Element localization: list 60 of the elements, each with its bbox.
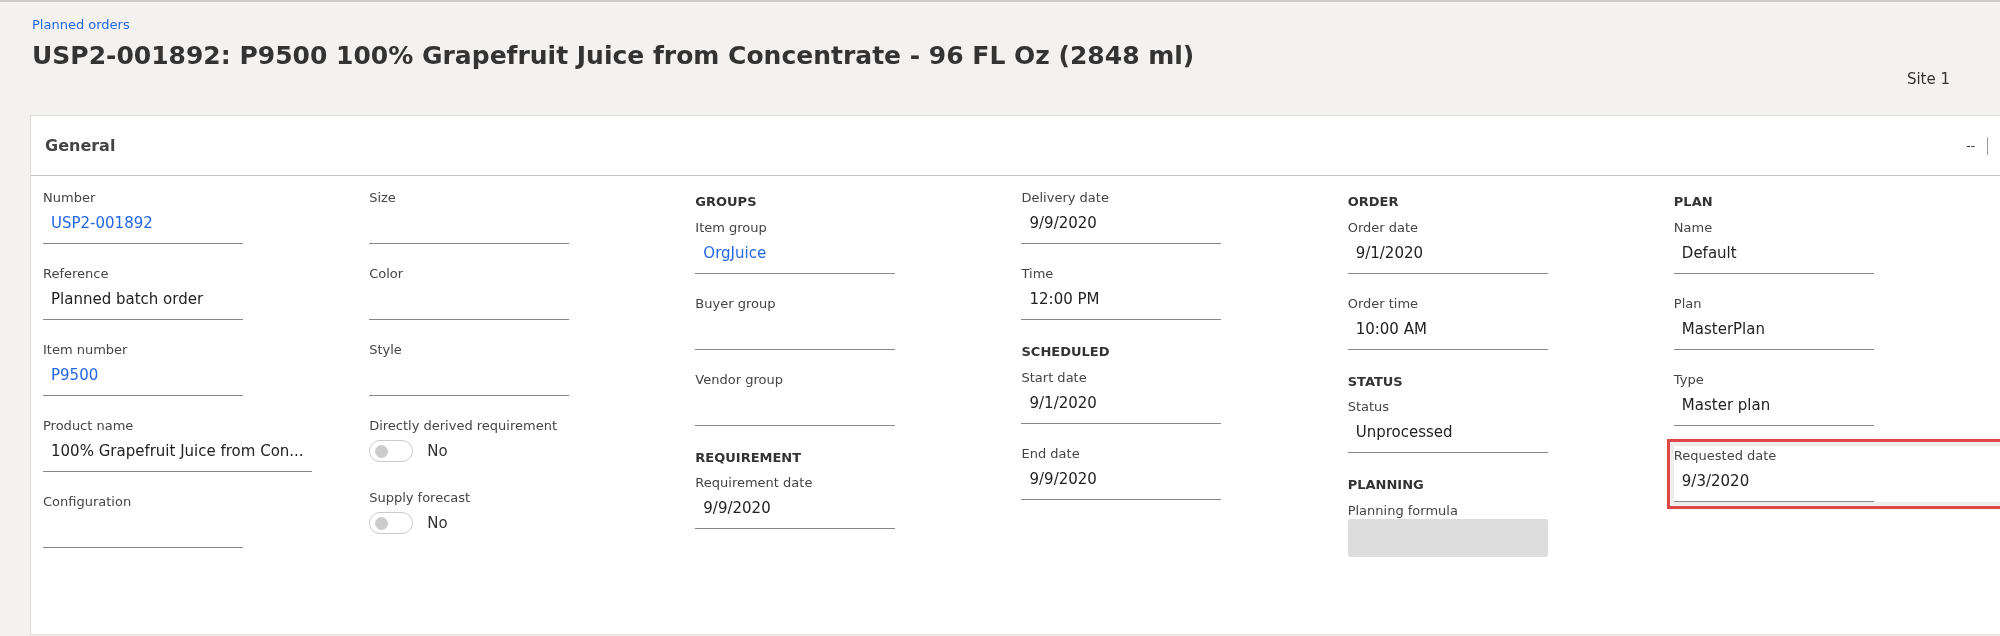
input-field[interactable]: 12:00 PM — [1021, 282, 1222, 320]
field-label: Delivery date — [1021, 189, 1109, 206]
field-label: Start date — [1021, 368, 1087, 386]
input-field[interactable]: Unprocessed — [1347, 415, 1548, 453]
input-field[interactable]: 9/3/2020 — [1673, 463, 1874, 502]
input-field[interactable]: USP2-001892 — [43, 206, 243, 244]
field-label: Supply forecast — [369, 489, 471, 506]
group-heading: SCHEDULED — [1021, 343, 1111, 361]
toggle-switch[interactable] — [369, 440, 414, 462]
field-label: Requested date — [1673, 446, 1777, 464]
field-label: Type — [1673, 370, 1704, 388]
field-label: Color — [369, 265, 404, 282]
group-heading: STATUS — [1347, 372, 1404, 391]
group-heading: REQUIREMENT — [695, 448, 803, 467]
site-label: Site 1 — [1906, 69, 1950, 90]
field-label: Requirement date — [695, 474, 813, 491]
field-label: Item group — [695, 218, 767, 236]
input-field[interactable]: P9500 — [43, 358, 243, 396]
field-label: Reference — [43, 265, 109, 282]
field-label: Directly derived requirement — [369, 417, 557, 434]
group-heading: PLAN — [1673, 193, 1714, 211]
field-label: Configuration — [43, 493, 132, 510]
input-field[interactable]: 10:00 AM — [1347, 311, 1548, 350]
input-field[interactable]: OrgJuice — [695, 235, 896, 274]
input-field[interactable]: Default — [1673, 235, 1874, 274]
input-field[interactable]: 9/1/2020 — [1347, 235, 1548, 274]
page-title: USP2-001892: P9500 100% Grapefruit Juice from Concentrate - 96 FL Oz (2848 ml) — [32, 41, 1196, 71]
field-label: Number — [43, 189, 96, 206]
input-field[interactable]: Master plan — [1673, 387, 1874, 426]
group-heading: PLANNING — [1347, 476, 1425, 494]
input-field[interactable]: 9/9/2020 — [1021, 461, 1222, 500]
input-field[interactable]: MasterPlan — [1673, 311, 1874, 350]
toggle-value: No — [427, 440, 448, 462]
field-label: Order time — [1347, 294, 1419, 312]
field-label: Time — [1021, 265, 1054, 282]
field-label: Vendor group — [695, 370, 783, 388]
section-title: General — [45, 134, 116, 157]
field-label: Item number — [43, 341, 128, 358]
group-heading: GROUPS — [695, 193, 758, 211]
input-field[interactable]: Planned batch order — [43, 282, 243, 320]
input-field[interactable]: 9/9/2020 — [695, 491, 896, 529]
input-field[interactable]: 100% Grapefruit Juice from Con... — [43, 434, 312, 472]
toggle-switch[interactable] — [369, 512, 414, 534]
field-label: End date — [1021, 444, 1080, 462]
collapse-indicator: -- — [1966, 137, 1975, 155]
field-label: Buyer group — [695, 294, 776, 312]
field-label: Status — [1347, 398, 1390, 415]
field-label: Size — [369, 189, 396, 206]
section-header[interactable]: General -- — [31, 116, 2000, 176]
group-heading: ORDER — [1347, 193, 1400, 211]
input-field[interactable]: 9/1/2020 — [1021, 385, 1222, 424]
field-label: Plan — [1673, 294, 1702, 312]
field-label: Product name — [43, 417, 134, 434]
field-label: Name — [1673, 218, 1713, 236]
field-label: Order date — [1347, 218, 1419, 236]
toggle-value: No — [427, 512, 448, 534]
field-label: Planning formula — [1347, 501, 1458, 519]
input-field[interactable]: 9/9/2020 — [1021, 206, 1222, 244]
field-label: Style — [369, 341, 402, 358]
breadcrumb-link[interactable]: Planned orders — [32, 17, 130, 32]
